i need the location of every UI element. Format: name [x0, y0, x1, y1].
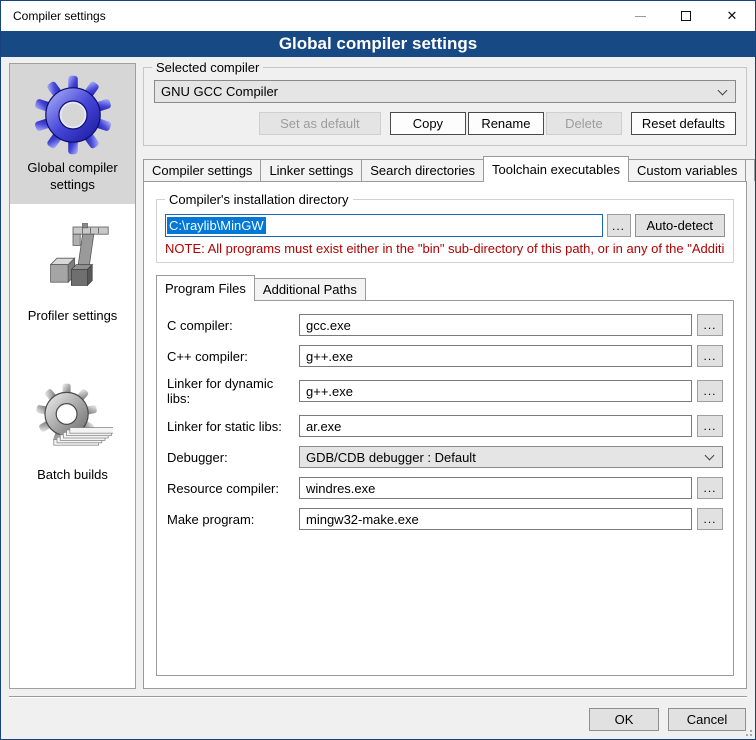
auto-detect-button[interactable]: Auto-detect — [635, 214, 726, 237]
compiler-select-value: GNU GCC Compiler — [161, 84, 278, 99]
dialog-footer: OK Cancel — [9, 689, 747, 731]
sidebar-item-profiler-settings[interactable]: Profiler settings — [10, 212, 135, 335]
sidebar-item-label: Profiler settings — [28, 308, 118, 325]
set-as-default-button: Set as default — [259, 112, 381, 135]
linker-static-input[interactable]: ar.exe — [299, 415, 692, 437]
tab-custom-variables[interactable]: Custom variables — [628, 159, 746, 181]
title-bar: Compiler settings ✕ — [1, 1, 755, 31]
field-row-make-program: Make program: mingw32-make.exe ... — [167, 508, 723, 530]
rename-button[interactable]: Rename — [468, 112, 544, 135]
tab-additional-paths[interactable]: Additional Paths — [254, 278, 366, 300]
chevron-down-icon — [705, 451, 715, 461]
field-row-c-compiler: C compiler: gcc.exe ... — [167, 314, 723, 336]
resource-compiler-input[interactable]: windres.exe — [299, 477, 692, 499]
minimize-button[interactable] — [617, 1, 663, 31]
c-compiler-label: C compiler: — [167, 318, 299, 333]
resource-compiler-browse-button[interactable]: ... — [697, 477, 723, 499]
tab-search-directories[interactable]: Search directories — [361, 159, 484, 181]
window-title: Compiler settings — [1, 9, 617, 23]
c-compiler-input[interactable]: gcc.exe — [299, 314, 692, 336]
tab-toolchain-executables[interactable]: Toolchain executables — [483, 156, 629, 182]
selected-compiler-group-label: Selected compiler — [152, 60, 263, 75]
bin-subdirectory-note: NOTE: All programs must exist either in … — [165, 241, 725, 256]
tab-build-options[interactable]: Build — [745, 159, 755, 181]
program-files-panel: C compiler: gcc.exe ... C++ compiler: g+… — [156, 300, 734, 676]
installation-directory-browse-button[interactable]: ... — [607, 214, 631, 237]
sidebar-item-label: Batch builds — [37, 467, 108, 484]
tab-program-files[interactable]: Program Files — [156, 275, 255, 301]
cancel-button[interactable]: Cancel — [668, 708, 746, 731]
delete-button: Delete — [546, 112, 622, 135]
linker-static-browse-button[interactable]: ... — [697, 415, 723, 437]
maximize-button[interactable] — [663, 1, 709, 31]
resize-grip[interactable] — [742, 726, 752, 736]
close-icon: ✕ — [727, 8, 738, 24]
main-panel: Selected compiler GNU GCC Compiler Set a… — [143, 63, 747, 689]
resource-compiler-label: Resource compiler: — [167, 481, 299, 496]
field-row-debugger: Debugger: GDB/CDB debugger : Default — [167, 446, 723, 468]
dialog-body: Global compiler settings — [1, 57, 755, 739]
tab-linker-settings[interactable]: Linker settings — [260, 159, 362, 181]
cpp-compiler-input[interactable]: g++.exe — [299, 345, 692, 367]
installation-directory-label: Compiler's installation directory — [165, 192, 353, 207]
debugger-select-value: GDB/CDB debugger : Default — [306, 450, 476, 465]
program-files-tab-bar: Program Files Additional Paths — [156, 275, 734, 300]
field-row-resource-compiler: Resource compiler: windres.exe ... — [167, 477, 723, 499]
caliper-icon — [33, 223, 113, 303]
linker-dynamic-browse-button[interactable]: ... — [697, 380, 723, 402]
window-controls: ✕ — [617, 1, 755, 31]
selected-compiler-group: Selected compiler GNU GCC Compiler Set a… — [143, 67, 747, 146]
tab-compiler-settings[interactable]: Compiler settings — [143, 159, 261, 181]
compiler-select[interactable]: GNU GCC Compiler — [154, 80, 736, 103]
installation-directory-value: C:\raylib\MinGW — [167, 217, 266, 234]
settings-tab-bar: Compiler settings Linker settings Search… — [143, 156, 747, 181]
cpp-compiler-label: C++ compiler: — [167, 349, 299, 364]
field-row-linker-dynamic: Linker for dynamic libs: g++.exe ... — [167, 376, 723, 406]
minimize-icon — [635, 16, 646, 17]
debugger-select[interactable]: GDB/CDB debugger : Default — [299, 446, 723, 468]
reset-defaults-button[interactable]: Reset defaults — [631, 112, 736, 135]
compiler-buttons-row: Set as default Copy Rename Delete Reset … — [154, 112, 736, 135]
maximize-icon — [681, 11, 691, 21]
make-program-label: Make program: — [167, 512, 299, 527]
settings-sidebar: Global compiler settings — [9, 63, 136, 689]
sidebar-item-batch-builds[interactable]: Batch builds — [10, 371, 135, 494]
make-program-input[interactable]: mingw32-make.exe — [299, 508, 692, 530]
blue-gear-icon — [33, 75, 113, 155]
debugger-label: Debugger: — [167, 450, 299, 465]
installation-directory-group: Compiler's installation directory C:\ray… — [156, 199, 734, 263]
field-row-linker-static: Linker for static libs: ar.exe ... — [167, 415, 723, 437]
toolchain-executables-panel: Compiler's installation directory C:\ray… — [143, 181, 747, 689]
page-title: Global compiler settings — [1, 31, 755, 57]
chevron-down-icon — [718, 85, 728, 95]
sidebar-item-global-compiler-settings[interactable]: Global compiler settings — [10, 64, 135, 204]
cpp-compiler-browse-button[interactable]: ... — [697, 345, 723, 367]
linker-dynamic-label: Linker for dynamic libs: — [167, 376, 299, 406]
close-button[interactable]: ✕ — [709, 1, 755, 31]
field-row-cpp-compiler: C++ compiler: g++.exe ... — [167, 345, 723, 367]
installation-directory-input[interactable]: C:\raylib\MinGW — [165, 214, 603, 237]
c-compiler-browse-button[interactable]: ... — [697, 314, 723, 336]
ok-button[interactable]: OK — [589, 708, 659, 731]
make-program-browse-button[interactable]: ... — [697, 508, 723, 530]
compiler-settings-dialog: Compiler settings ✕ Global compiler sett… — [0, 0, 756, 740]
gray-gear-stack-icon — [33, 382, 113, 462]
copy-button[interactable]: Copy — [390, 112, 466, 135]
sidebar-item-label: Global compiler settings — [13, 160, 132, 194]
linker-static-label: Linker for static libs: — [167, 419, 299, 434]
linker-dynamic-input[interactable]: g++.exe — [299, 380, 692, 402]
